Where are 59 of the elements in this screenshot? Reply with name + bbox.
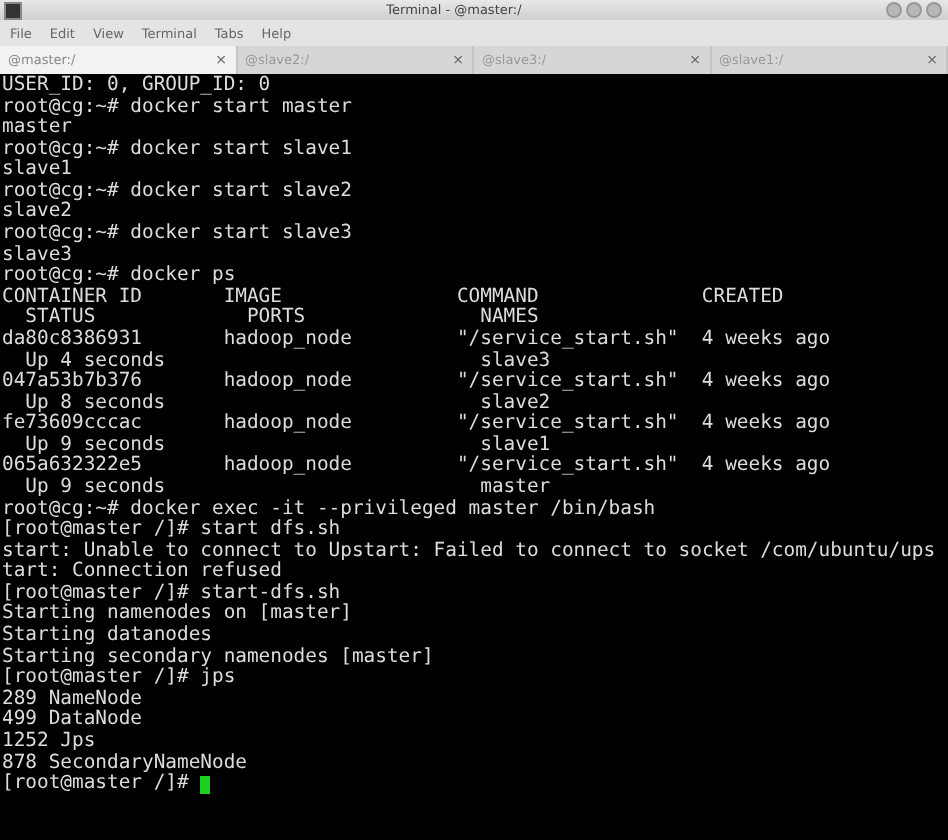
terminal-line: 878 SecondaryNameNode [2, 753, 247, 773]
table-cell: 4 weeks ago [701, 372, 831, 394]
terminal-line: root@cg:~# docker start master [2, 97, 352, 118]
table-cell-text: "/service_start.sh" [456, 414, 681, 435]
table-cell-text: PORTS [246, 308, 308, 329]
terminal-line: root@cg:~# docker ps [2, 266, 236, 287]
terminal-line: [root@master /]# jps [2, 668, 236, 689]
close-button[interactable] [926, 2, 942, 18]
terminal-line: Starting secondary namenodes [master] [2, 647, 434, 668]
table-cell: CREATED [701, 287, 784, 309]
table-cell-text: CONTAINER ID [2, 287, 144, 308]
terminal-line: [root@master /]# [2, 774, 189, 796]
terminal-line: root@cg:~# docker exec -it --privileged master /bin/bash [2, 499, 656, 520]
terminal-line: root@cg:~# docker start slave2 [2, 181, 352, 202]
table-cell-text: Up 4 seconds [25, 351, 168, 372]
table-cell-text: Up 9 seconds [25, 435, 168, 456]
table-cell: master [480, 477, 551, 500]
table-cell: 4 weeks ago [701, 329, 831, 352]
terminal-line: Starting datanodes [2, 626, 212, 647]
terminal-line: 1252 Jps [2, 731, 96, 753]
terminal-line: root@cg:~# docker start slave1 [2, 139, 352, 160]
table-cell-text: slave1 [480, 435, 551, 456]
terminal-line: USER_ID: 0, GROUP_ID: 0 [2, 76, 271, 97]
table-cell-text: "/service_start.sh" [456, 456, 681, 478]
table-cell-text: hadoop_node [223, 372, 354, 394]
table-cell-text: COMMAND [456, 287, 541, 308]
table-cell-text: STATUS [25, 308, 98, 329]
terminal-line: 289 NameNode [2, 689, 142, 710]
terminal-line: slave3 [2, 245, 72, 266]
table-cell-text: hadoop_node [223, 456, 354, 478]
terminal-line: Starting namenodes on [master] [2, 604, 352, 625]
terminal-line: tart: Connection refused [2, 562, 282, 583]
table-cell-text: "/service_start.sh" [456, 329, 681, 351]
table-cell-text: hadoop_node [223, 329, 354, 352]
minimize-button[interactable] [906, 2, 922, 18]
maximize-button[interactable] [886, 2, 902, 18]
terminal-line: [root@master /]# start-dfs.sh [2, 583, 341, 604]
table-cell-text: da80c8386931 [2, 329, 144, 351]
table-cell: 4 weeks ago [701, 456, 831, 478]
table-cell-text: Up 9 seconds [25, 477, 168, 499]
table-cell-text: 047a53b7b376 [2, 372, 144, 393]
table-cell: 4 weeks ago [701, 414, 831, 436]
terminal-line: 499 DataNode [2, 710, 142, 731]
terminal-line: slave1 [2, 160, 72, 182]
table-cell-text: slave3 [480, 351, 551, 372]
terminal-line: [root@master /]# start dfs.sh [2, 520, 341, 541]
terminal-line: root@cg:~# docker start slave3 [2, 224, 352, 245]
table-cell-text: NAMES [480, 308, 539, 329]
table-cell-text: IMAGE [223, 287, 282, 308]
table-cell-text: Up 8 seconds [25, 393, 168, 414]
table-cell-text: "/service_start.sh" [456, 372, 681, 393]
table-cell-text: 065a632322e5 [2, 456, 144, 477]
terminal-line: slave2 [2, 202, 72, 224]
table-cell-text: hadoop_node [223, 414, 354, 436]
terminal-line: master [2, 118, 72, 140]
terminal-line: start: Unable to connect to Upstart: Failed to connect to socket /com/ubuntu/ups [2, 541, 936, 562]
terminal-app-icon [4, 1, 22, 19]
table-cell-text: slave2 [480, 393, 551, 414]
table-cell-text: fe73609cccac [2, 414, 144, 435]
